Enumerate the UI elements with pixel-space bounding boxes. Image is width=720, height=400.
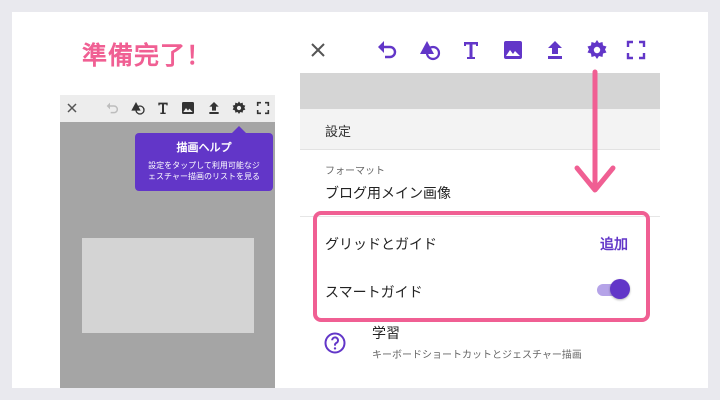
headline: 準備完了！ — [82, 41, 213, 70]
shapes-icon[interactable] — [418, 38, 442, 62]
drawing-canvas[interactable] — [82, 238, 254, 333]
tooltip-text-line-1: 設定をタップして利用可能なジ — [148, 161, 260, 170]
settings-section-title: 設定 — [325, 125, 352, 140]
shapes-icon[interactable] — [130, 100, 146, 116]
tooltip-title: 描画ヘルプ — [176, 141, 232, 154]
image-icon[interactable] — [501, 38, 525, 62]
fullscreen-icon[interactable] — [624, 38, 648, 62]
tooltip-text-line-2: ェスチャー描画のリストを見る — [148, 172, 260, 181]
drawing-help-tooltip: 描画ヘルプ 設定をタップして利用可能なジ ェスチャー描画のリストを見る — [135, 126, 273, 191]
close-icon[interactable] — [306, 38, 330, 62]
close-icon[interactable] — [64, 100, 80, 116]
fullscreen-icon[interactable] — [255, 100, 271, 116]
format-label: フォーマット — [325, 166, 385, 177]
gear-icon[interactable] — [231, 100, 247, 116]
text-icon[interactable] — [459, 38, 483, 62]
highlight-box — [313, 211, 650, 322]
image-icon[interactable] — [180, 100, 196, 116]
format-value[interactable]: ブログ用メイン画像 — [325, 183, 451, 203]
phone-toolbar — [60, 95, 275, 122]
help-title[interactable]: 学習 — [372, 323, 400, 343]
upload-icon[interactable] — [206, 100, 222, 116]
undo-icon[interactable] — [375, 38, 399, 62]
help-circle-icon[interactable] — [323, 331, 347, 355]
upload-icon[interactable] — [543, 38, 567, 62]
gear-icon[interactable] — [585, 38, 609, 62]
text-icon[interactable] — [155, 100, 171, 116]
undo-icon[interactable] — [104, 100, 120, 116]
help-subtitle: キーボードショートカットとジェスチャー描画 — [372, 350, 582, 361]
arrow-down-icon — [574, 69, 616, 193]
